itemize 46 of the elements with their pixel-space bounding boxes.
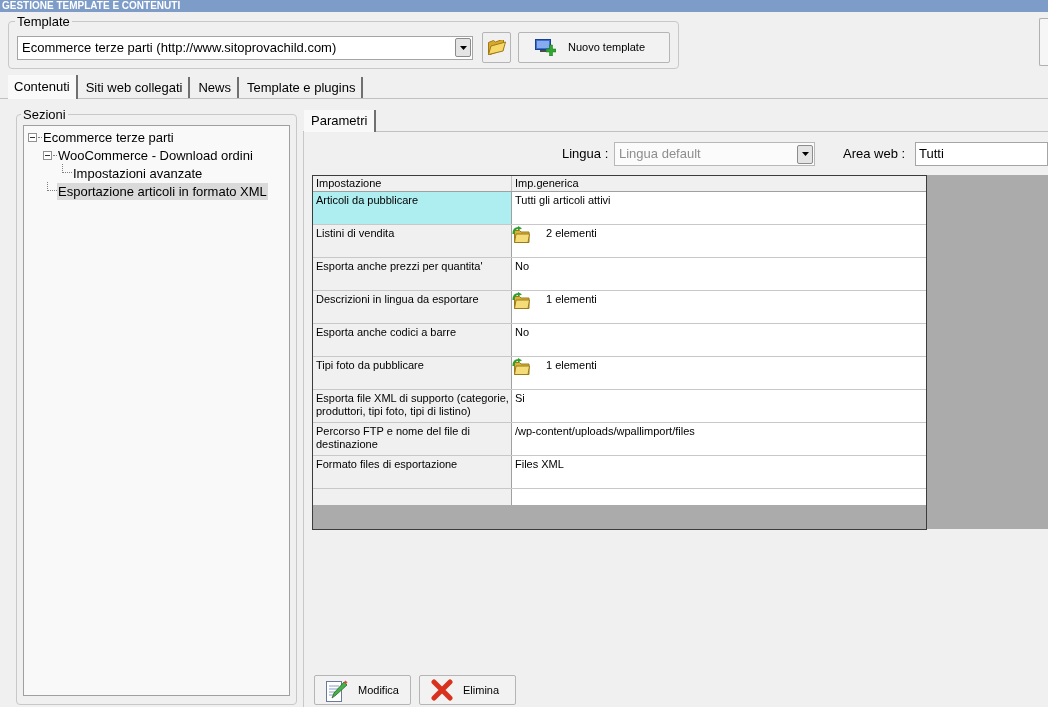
edit-button[interactable]: Modifica — [314, 675, 411, 705]
table-cell[interactable]: 1 elementi — [546, 293, 597, 306]
caret-down-icon — [801, 152, 809, 156]
tree-item[interactable]: Ecommerce terze parti — [42, 128, 175, 146]
tree-item[interactable]: WooCommerce - Download ordini — [57, 146, 254, 164]
table-cell[interactable]: 1 elementi — [546, 359, 597, 372]
template-select[interactable]: Ecommerce terze parti (http://www.sitoprovachild.com) — [17, 35, 473, 60]
table-cell[interactable]: Listini di vendita — [313, 225, 512, 257]
caret-down-icon — [459, 45, 467, 50]
window-title: GESTIONE TEMPLATE E CONTENUTI — [2, 0, 181, 12]
tree-line — [38, 136, 42, 138]
delete-button[interactable]: Elimina — [419, 675, 516, 705]
column-header: Impostazione — [313, 176, 512, 191]
delete-icon — [431, 679, 453, 701]
group-label: Template — [16, 14, 71, 29]
tab[interactable]: Contenuti — [8, 75, 78, 99]
table-cell[interactable]: Esporta anche codici a barre — [313, 324, 512, 356]
folder-icon — [487, 40, 506, 55]
area-web-field[interactable]: Tutti — [915, 142, 1048, 166]
column-header: Imp.generica — [514, 176, 580, 191]
folder-arrow-icon — [512, 292, 530, 309]
tree-item[interactable]: Esportazione articoli in formato XML — [57, 182, 268, 200]
edit-icon — [326, 678, 348, 702]
tree-line — [62, 164, 72, 173]
collapse-icon[interactable] — [43, 150, 52, 160]
tab[interactable]: Parametri — [304, 110, 377, 132]
collapse-icon[interactable] — [28, 132, 37, 142]
table-cell[interactable]: Esporta file XML di supporto (categorie, produttori, tipi foto, tipi di listino) — [313, 390, 512, 422]
table-cell[interactable]: Esporta anche prezzi per quantita' — [313, 258, 512, 290]
new-template-button[interactable]: Nuovo template — [518, 32, 670, 63]
group-label: Sezioni — [22, 107, 67, 122]
table-cell[interactable]: Descrizioni in lingua da esportare — [313, 291, 512, 323]
folder-arrow-icon — [512, 358, 530, 375]
field-label: Lingua : — [562, 145, 610, 164]
folder-button[interactable] — [482, 32, 511, 63]
table-cell[interactable]: 2 elementi — [546, 227, 597, 240]
dropdown-button[interactable] — [455, 38, 471, 57]
table-cell[interactable]: Articoli da pubblicare — [313, 192, 512, 224]
folder-arrow-icon — [512, 226, 530, 243]
table-cell[interactable]: Formato files di esportazione — [313, 456, 512, 488]
field-label: Area web : — [843, 145, 907, 164]
tree-line — [53, 154, 57, 156]
table-cell[interactable]: Percorso FTP e nome del file di destinazione — [313, 423, 512, 455]
table-cell[interactable]: Tipi foto da pubblicare — [313, 357, 512, 389]
tree-item[interactable]: Impostazioni avanzate — [72, 164, 204, 182]
monitor-plus-icon — [535, 39, 556, 56]
